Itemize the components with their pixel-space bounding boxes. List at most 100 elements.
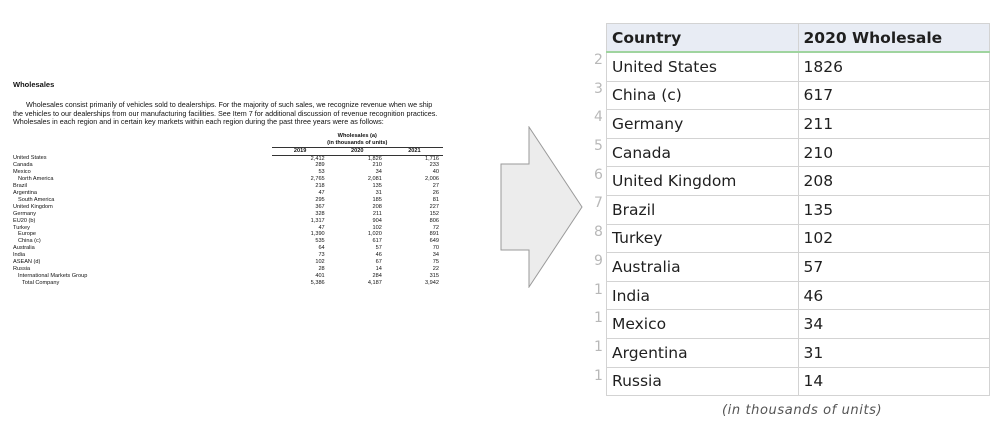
wholesale-cell: 14 (797, 366, 990, 397)
row-value: 1,020 (367, 231, 382, 238)
row-value: 46 (375, 252, 382, 259)
country-cell: United Kingdom (606, 166, 799, 196)
table-row: EU20 (b) 1,317 904 806 (13, 218, 443, 225)
row-value: 1,826 (367, 155, 382, 162)
document-paragraph: Wholesales consist primarily of vehicles… (13, 100, 438, 127)
row-number: 3 (594, 80, 602, 97)
row-number: 13 (594, 367, 602, 384)
row-number: 2 (594, 52, 602, 68)
source-document: Wholesales Wholesales consist primarily … (13, 80, 443, 287)
row-label: Australia (13, 245, 35, 252)
table-row: Total Company 5,386 4,187 3,942 (13, 280, 443, 287)
year-header: 2019 (271, 147, 329, 156)
summary-row: Canada 210 (606, 137, 990, 168)
row-value: 535 (315, 238, 325, 245)
row-label: Russia (13, 266, 31, 272)
country-cell: Turkey (606, 223, 799, 254)
row-value: 64 (318, 245, 325, 252)
row-value: 289 (315, 162, 325, 169)
header-country: Country (606, 23, 799, 53)
wholesale-cell: 34 (797, 309, 990, 339)
table-row: Turkey 47 102 72 (13, 225, 443, 232)
row-value: 284 (372, 272, 382, 279)
row-value: 40 (432, 169, 439, 176)
row-value: 81 (432, 196, 439, 203)
wholesale-cell: 1826 (797, 51, 990, 82)
wholesale-cell: 57 (797, 252, 990, 282)
row-value: 27 (432, 183, 439, 190)
wholesale-cell: 210 (797, 137, 990, 168)
wholesale-cell: 31 (797, 337, 990, 368)
row-value: 152 (429, 210, 439, 217)
row-value: 617 (372, 238, 382, 245)
table-row: South America 295 185 81 (13, 197, 443, 204)
row-label: United States (13, 155, 47, 162)
row-value: 5,386 (310, 279, 325, 286)
row-value: 2,081 (367, 176, 382, 183)
table-row: Australia 64 57 70 (13, 245, 443, 252)
row-value: 2,765 (310, 176, 325, 183)
summary-row: Russia 14 (606, 366, 990, 397)
row-label: India (13, 252, 26, 259)
wholesales-table: Wholesales (a) (in thousands of units) 2… (13, 133, 443, 287)
row-label: Argentina (13, 190, 37, 197)
row-value: 135 (372, 183, 382, 190)
row-number: 8 (594, 224, 602, 241)
table-row: India 73 46 34 (13, 252, 443, 259)
table-row: China (c) 535 617 649 (13, 238, 443, 245)
row-value: 75 (432, 259, 439, 266)
row-value: 904 (372, 217, 382, 224)
row-value: 73 (318, 252, 325, 259)
country-cell: Australia (606, 252, 799, 282)
country-cell: Russia (606, 366, 799, 397)
summary-row: Turkey 102 (606, 223, 990, 254)
row-value: 57 (375, 245, 382, 252)
wholesale-cell: 208 (797, 166, 990, 196)
row-value: 227 (429, 203, 439, 210)
row-value: 47 (318, 224, 325, 231)
row-value: 34 (375, 169, 382, 176)
row-number: 12 (594, 338, 602, 355)
table-row: Argentina 47 31 26 (13, 190, 443, 197)
row-value: 295 (315, 196, 325, 203)
table-row: Brazil 218 135 27 (13, 183, 443, 190)
row-label: Europe (18, 231, 37, 238)
table-row: Europe 1,390 1,020 891 (13, 231, 443, 238)
row-value: 28 (318, 266, 325, 272)
row-number: 4 (594, 109, 602, 126)
country-cell: Argentina (606, 337, 799, 368)
row-label: Mexico (13, 169, 31, 176)
row-value: 2,412 (310, 155, 325, 162)
row-value: 102 (372, 224, 382, 231)
summary-row: Brazil 135 (606, 194, 990, 225)
row-value: 211 (372, 210, 382, 217)
row-label: Brazil (13, 183, 27, 190)
row-value: 218 (315, 183, 325, 190)
country-cell: Germany (606, 109, 799, 139)
row-value: 1,390 (310, 231, 325, 238)
row-value: 67 (375, 259, 382, 266)
table-row: Canada 289 210 233 (13, 162, 443, 169)
wholesale-cell: 46 (797, 280, 990, 311)
arrow-shape (500, 126, 583, 288)
table-row: United Kingdom 367 208 227 (13, 204, 443, 211)
row-value: 47 (318, 190, 325, 197)
summary-row: China (c) 617 (606, 80, 990, 111)
row-number-column: 2 3 4 5 6 7 8 9 10 11 12 13 (594, 52, 602, 396)
row-number: 7 (594, 195, 602, 212)
row-value: 53 (318, 169, 325, 176)
row-value: 210 (372, 162, 382, 169)
summary-row: Argentina 31 (606, 337, 990, 368)
summary-row: Australia 57 (606, 252, 990, 282)
row-number: 10 (594, 281, 602, 298)
row-value: 367 (315, 203, 325, 210)
table-row: Mexico 53 34 40 (13, 169, 443, 176)
row-value: 1,716 (425, 155, 439, 162)
row-number: 11 (594, 310, 602, 327)
row-value: 70 (432, 245, 439, 252)
row-label: Germany (13, 210, 37, 217)
row-value: 31 (375, 190, 382, 197)
table-title: Wholesales (a) (337, 132, 377, 139)
row-value: 26 (432, 190, 439, 197)
row-value: 328 (315, 210, 325, 217)
